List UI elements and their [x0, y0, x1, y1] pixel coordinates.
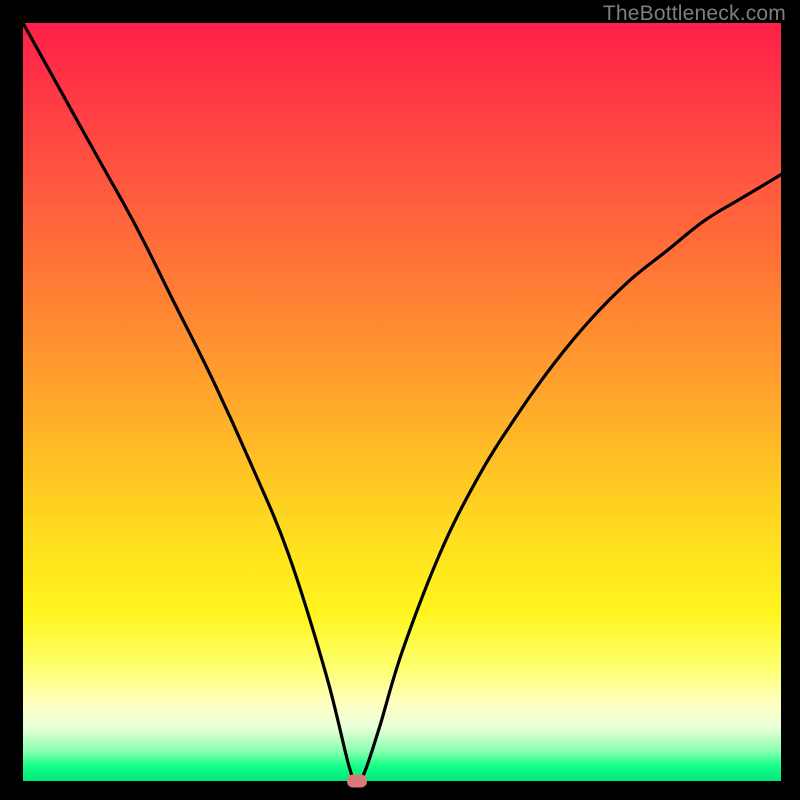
watermark-text: TheBottleneck.com [603, 2, 786, 26]
bottleneck-curve [23, 23, 781, 781]
chart-frame: TheBottleneck.com [0, 0, 800, 800]
minimum-marker [347, 775, 367, 788]
plot-area [23, 23, 781, 781]
